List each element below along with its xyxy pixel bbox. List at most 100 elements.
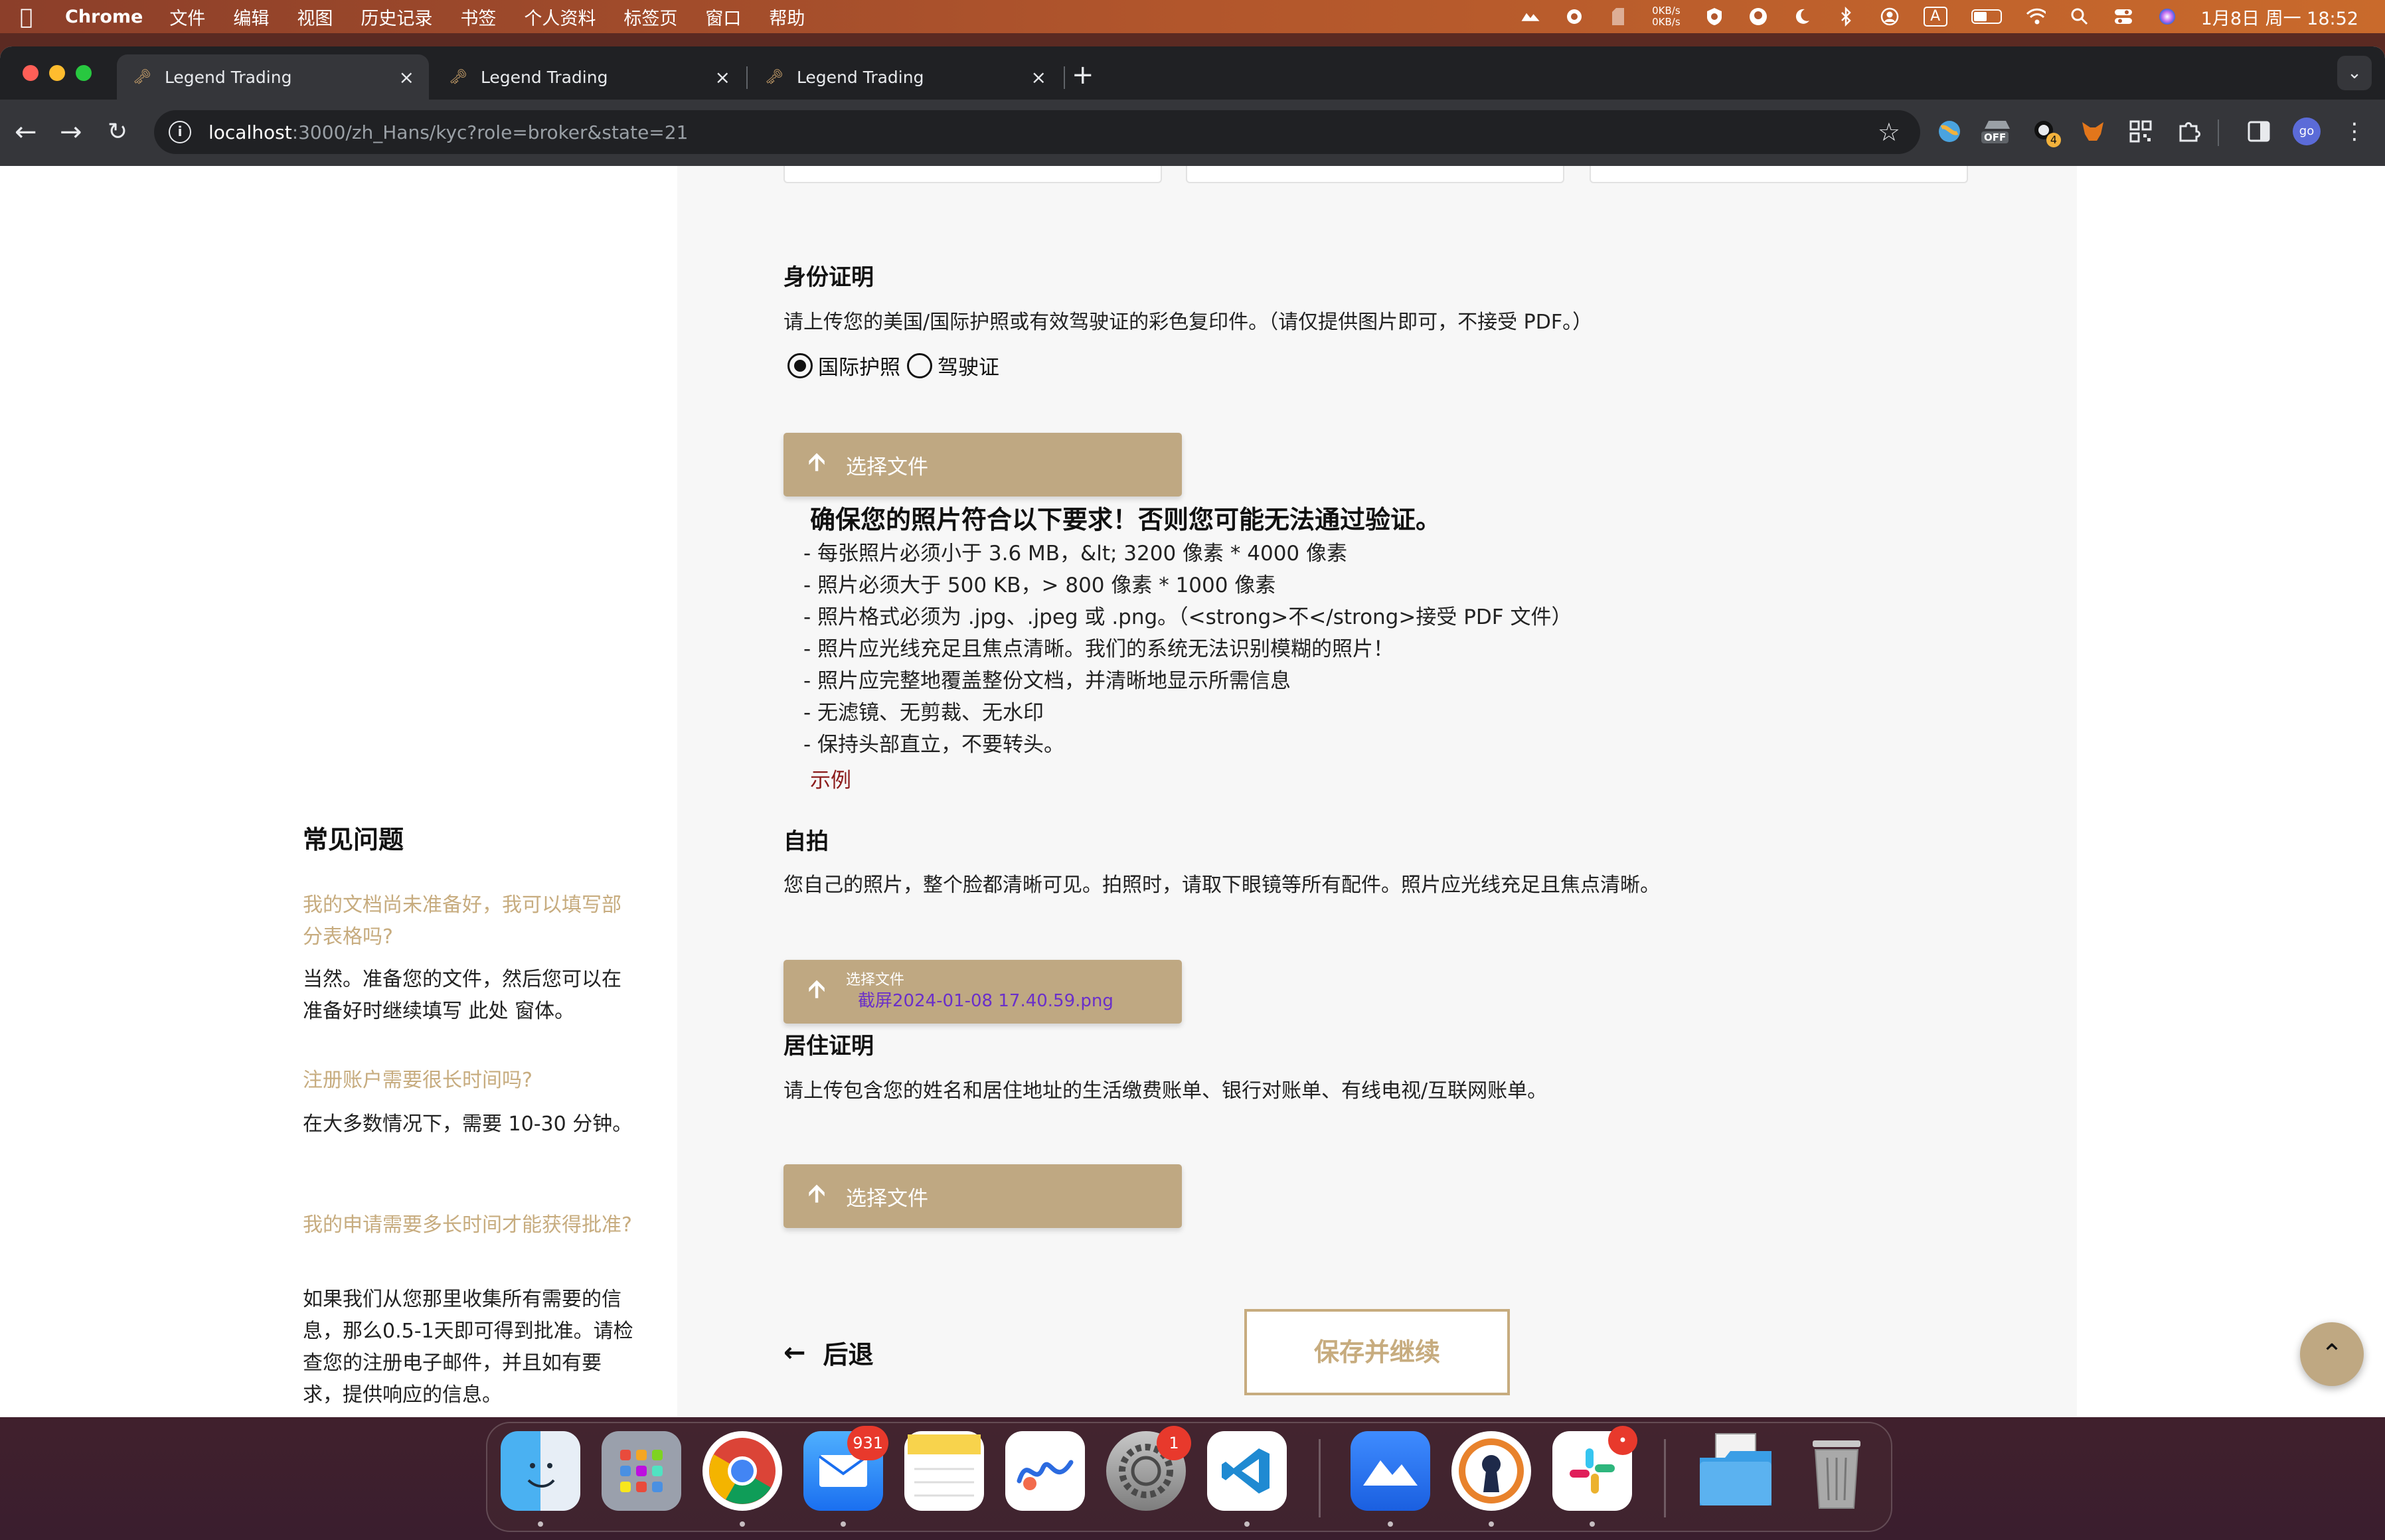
menu-help[interactable]: 帮助: [769, 4, 805, 30]
metamask-fox-icon[interactable]: [2076, 114, 2110, 149]
passport-radio[interactable]: [787, 352, 813, 378]
save-and-continue-button[interactable]: 保存并继续: [1244, 1309, 1510, 1395]
tab-title: Legend Trading: [164, 67, 292, 87]
menu-tab[interactable]: 标签页: [623, 4, 677, 30]
input-method-indicator[interactable]: A: [1923, 7, 1947, 27]
back-arrow-icon[interactable]: ←: [15, 117, 37, 147]
profile-avatar[interactable]: go: [2289, 114, 2324, 149]
tab-close-icon[interactable]: ×: [399, 66, 414, 88]
apple-menu-icon[interactable]: : [20, 4, 53, 29]
mountain-app-icon[interactable]: [1351, 1431, 1430, 1511]
tab-close-icon[interactable]: ×: [715, 66, 730, 88]
bluetooth-icon[interactable]: [1836, 7, 1856, 27]
photo-requirements-list: - 每张照片必须小于 3.6 MB，&lt; 3200 像素 * 4000 像素…: [803, 538, 1572, 761]
identity-section-description: 请上传您的美国/国际护照或有效驾驶证的彩色复印件。（请仅提供图片即可，不接受 P…: [783, 311, 1593, 334]
openvpn-icon[interactable]: [1451, 1431, 1531, 1511]
user-account-icon[interactable]: [1880, 7, 1900, 27]
form-field-cutoff-3[interactable]: [1590, 166, 1968, 183]
menu-bar-clock[interactable]: 1月8日 周一 18:52: [2201, 4, 2358, 30]
moon-icon[interactable]: [1792, 7, 1812, 27]
selfie-upload-button[interactable]: 🡩 选择文件 截屏2024-01-08 17.40.59.png: [783, 960, 1182, 1024]
slack-icon[interactable]: •: [1552, 1426, 1637, 1511]
notes-icon[interactable]: [904, 1431, 984, 1511]
selfie-section-title: 自拍: [783, 828, 829, 855]
downloads-folder-icon[interactable]: [1696, 1431, 1775, 1511]
back-button[interactable]: ← 后退: [783, 1334, 874, 1371]
tray-app-icon[interactable]: [1608, 7, 1628, 27]
faq-question-1[interactable]: 我的文档尚未准备好，我可以填写部分表格吗?: [303, 889, 635, 953]
extensions-puzzle-icon[interactable]: [2171, 114, 2206, 149]
photo-requirements-title: 确保您的照片符合以下要求！否则您可能无法通过验证。: [810, 505, 1441, 534]
wifi-icon[interactable]: [2026, 7, 2046, 27]
faq-question-3[interactable]: 我的申请需要多长时间才能获得批准?: [303, 1209, 635, 1241]
menu-app-name[interactable]: Chrome: [65, 7, 143, 27]
menu-edit[interactable]: 编辑: [233, 4, 269, 30]
menu-window[interactable]: 窗口: [705, 4, 741, 30]
tab-close-icon[interactable]: ×: [1031, 66, 1046, 88]
qr-code-icon[interactable]: [2123, 114, 2158, 149]
settings-update-badge: 1: [1157, 1426, 1191, 1460]
freeform-icon[interactable]: [1005, 1431, 1085, 1511]
launchpad-icon[interactable]: [602, 1431, 681, 1511]
chrome-icon[interactable]: [702, 1431, 782, 1511]
system-settings-gear-icon[interactable]: 1: [1106, 1426, 1191, 1511]
extension-globe-icon[interactable]: [1932, 114, 1967, 149]
menu-history[interactable]: 历史记录: [361, 4, 432, 30]
extension-wallet-icon[interactable]: 4: [2028, 114, 2062, 149]
license-radio-label[interactable]: 驾驶证: [938, 350, 999, 380]
tab-legend-trading-3[interactable]: 🗝 Legend Trading ×: [749, 54, 1061, 100]
menu-profiles[interactable]: 个人资料: [524, 4, 596, 30]
forward-arrow-icon[interactable]: →: [60, 117, 82, 147]
faq-answer-2: 在大多数情况下，需要 10-30 分钟。: [303, 1113, 633, 1136]
window-close-button[interactable]: [23, 65, 39, 81]
reload-icon[interactable]: ↻: [108, 118, 127, 145]
identity-upload-button[interactable]: 🡩 选择文件: [783, 433, 1182, 497]
form-field-cutoff-2[interactable]: [1186, 166, 1564, 183]
menu-view[interactable]: 视图: [297, 4, 333, 30]
menu-file[interactable]: 文件: [169, 4, 205, 30]
extension-off-icon[interactable]: OFF: [1980, 114, 2015, 149]
extension-off-label: OFF: [1981, 131, 2009, 143]
address-bar[interactable]: i localhost :3000/zh_Hans/kyc?role=broke…: [154, 110, 1920, 154]
siri-icon[interactable]: [2157, 7, 2177, 27]
scroll-to-top-chevron-icon[interactable]: ⌃: [2300, 1322, 2364, 1386]
menu-bookmarks[interactable]: 书签: [460, 4, 496, 30]
vscode-icon[interactable]: [1207, 1431, 1287, 1511]
side-panel-icon[interactable]: [2242, 114, 2276, 149]
residence-upload-button[interactable]: 🡩 选择文件: [783, 1164, 1182, 1228]
passport-radio-label[interactable]: 国际护照: [818, 350, 900, 380]
chrome-menu-icon[interactable]: ⋮: [2337, 114, 2372, 149]
tab-title: Legend Trading: [796, 67, 924, 87]
example-link[interactable]: 示例: [810, 763, 851, 793]
trash-icon[interactable]: [1797, 1431, 1876, 1511]
upload-arrow-icon: 🡩: [808, 975, 825, 1003]
control-center-icon[interactable]: [2113, 7, 2133, 27]
faq-question-2[interactable]: 注册账户需要很长时间吗?: [303, 1065, 635, 1097]
battery-icon[interactable]: [1971, 9, 2002, 24]
tab-separator: [1064, 66, 1065, 89]
identity-upload-label: 选择文件: [846, 455, 928, 479]
license-radio[interactable]: [907, 352, 932, 378]
tab-search-chevron-icon[interactable]: ⌄: [2337, 56, 2372, 90]
mail-icon[interactable]: 931: [803, 1426, 888, 1511]
finder-icon[interactable]: [501, 1431, 580, 1511]
faq-title: 常见问题: [303, 825, 404, 854]
window-minimize-button[interactable]: [49, 65, 65, 81]
form-field-cutoff-1[interactable]: [783, 166, 1162, 183]
requirement-item: - 照片应完整地覆盖整份文档，并清晰地显示所需信息: [803, 669, 1291, 693]
shield-icon[interactable]: [1704, 7, 1724, 27]
bookmark-star-icon[interactable]: ☆: [1878, 117, 1900, 147]
record-icon[interactable]: [1564, 7, 1584, 27]
spotlight-search-icon[interactable]: [2070, 7, 2090, 27]
menu-bar-status-area: 0KB/s 0KB/s A 1月8日 周一 18:52: [1521, 0, 2358, 33]
dock-separator: [1319, 1439, 1321, 1517]
tab-legend-trading-1[interactable]: 🗝 Legend Trading ×: [117, 54, 429, 100]
github-icon[interactable]: [1748, 7, 1768, 27]
network-download-speed: 0KB/s: [1652, 16, 1681, 28]
mountain-app-icon[interactable]: [1521, 7, 1540, 27]
faq-sidebar: 常见问题 我的文档尚未准备好，我可以填写部分表格吗? 当然。准备您的文件，然后您…: [0, 166, 677, 1417]
window-zoom-button[interactable]: [76, 65, 92, 81]
new-tab-button[interactable]: +: [1072, 60, 1094, 90]
tab-legend-trading-2[interactable]: 🗝 Legend Trading ×: [433, 54, 745, 100]
site-info-icon[interactable]: i: [169, 121, 191, 143]
